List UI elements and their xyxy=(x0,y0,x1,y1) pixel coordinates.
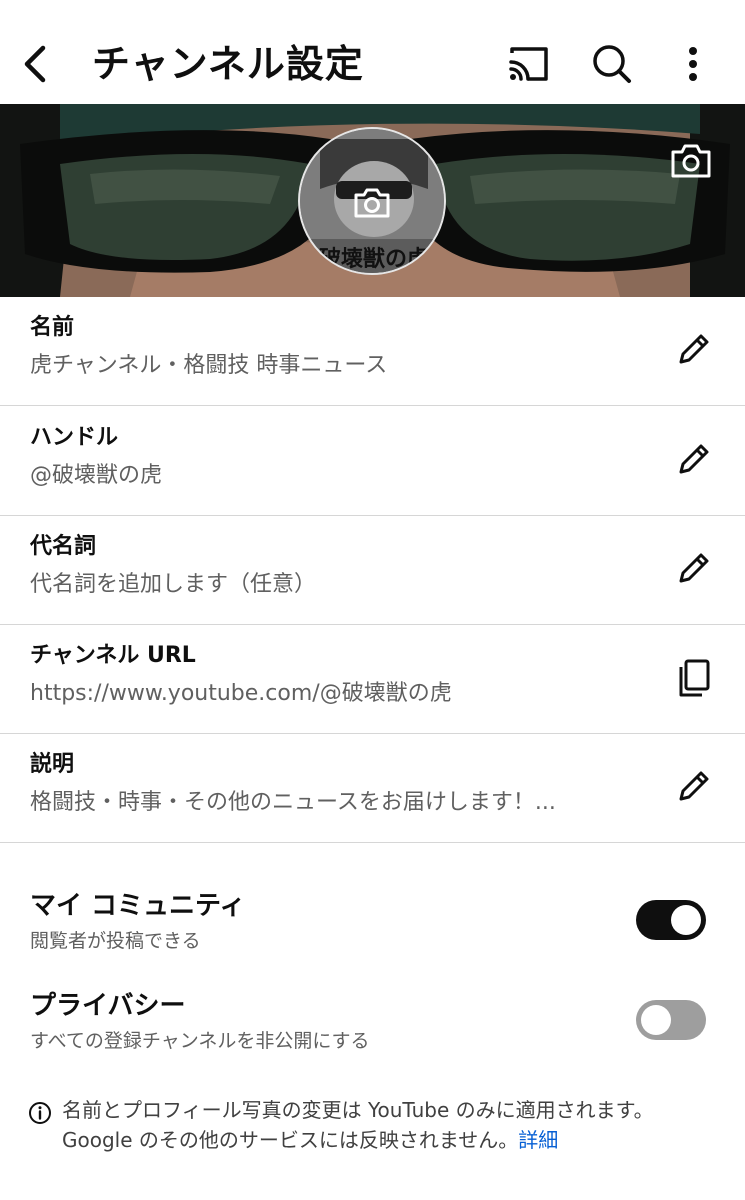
copy-icon xyxy=(679,659,710,697)
field-label: チャンネル URL xyxy=(30,643,196,668)
toggle-title: プライバシー xyxy=(30,991,186,1021)
note-text: 名前とプロフィール写真の変更は YouTube のみに適用されます。 Googl… xyxy=(62,1095,722,1155)
field-value: 虎チャンネル・格闘技 時事ニュース xyxy=(30,353,388,378)
field-pronouns[interactable]: 代名詞 代名詞を追加します（任意） xyxy=(0,516,745,625)
field-channel-url[interactable]: チャンネル URL https://www.youtube.com/@破壊獣の虎 xyxy=(0,625,745,734)
banner-camera-icon[interactable] xyxy=(668,138,714,184)
more-vertical-icon xyxy=(689,47,697,81)
field-value: @破壊獣の虎 xyxy=(30,463,163,488)
cast-icon xyxy=(509,47,548,81)
toggle-title: マイ コミュニティ xyxy=(30,891,246,921)
note-line-2: Google のその他のサービスには反映されません。詳細 xyxy=(62,1125,722,1155)
copy-url-button[interactable] xyxy=(670,655,716,701)
app-bar: チャンネル設定 xyxy=(0,0,745,104)
more-options-button[interactable] xyxy=(667,38,719,90)
field-label: ハンドル xyxy=(30,425,119,450)
toggle-privacy: プライバシー すべての登録チャンネルを非公開にする xyxy=(0,988,745,1068)
switch-knob xyxy=(641,1005,671,1035)
switch-knob xyxy=(671,905,701,935)
edit-pronouns-button[interactable] xyxy=(670,546,716,592)
cast-button[interactable] xyxy=(503,38,555,90)
edit-handle-button[interactable] xyxy=(670,437,716,483)
toggle-subtitle: 閲覧者が投稿できる xyxy=(30,930,201,952)
field-value: https://www.youtube.com/@破壊獣の虎 xyxy=(30,681,452,706)
camera-icon xyxy=(354,188,390,218)
chevron-left-icon xyxy=(24,45,46,83)
pencil-icon xyxy=(679,444,709,474)
pencil-icon xyxy=(679,771,709,801)
avatar-text: 破壊獣の虎 xyxy=(318,247,429,272)
search-icon xyxy=(593,45,631,83)
page-title: チャンネル設定 xyxy=(92,42,364,86)
back-button[interactable] xyxy=(14,36,58,92)
channel-banner[interactable]: 破壊獣の虎 xyxy=(0,104,745,297)
channel-avatar[interactable]: 破壊獣の虎 xyxy=(298,127,446,275)
edit-name-button[interactable] xyxy=(670,327,716,373)
field-label: 名前 xyxy=(30,315,75,340)
field-label: 代名詞 xyxy=(30,534,97,559)
field-value: 格闘技・時事・その他のニュースをお届けします！... xyxy=(30,790,556,815)
field-description[interactable]: 説明 格闘技・時事・その他のニュースをお届けします！... xyxy=(0,734,745,843)
pencil-icon xyxy=(679,553,709,583)
privacy-switch[interactable] xyxy=(636,1000,706,1040)
pencil-icon xyxy=(679,334,709,364)
toggle-my-community: マイ コミュニティ 閲覧者が投稿できる xyxy=(0,888,745,968)
info-icon xyxy=(29,1102,51,1124)
edit-description-button[interactable] xyxy=(670,764,716,810)
details-link[interactable]: 詳細 xyxy=(518,1128,558,1152)
field-value: 代名詞を追加します（任意） xyxy=(30,572,317,597)
search-button[interactable] xyxy=(586,38,638,90)
note-line-2-text: Google のその他のサービスには反映されません。 xyxy=(62,1128,519,1152)
my-community-switch[interactable] xyxy=(636,900,706,940)
field-name[interactable]: 名前 虎チャンネル・格闘技 時事ニュース xyxy=(0,297,745,406)
toggle-subtitle: すべての登録チャンネルを非公開にする xyxy=(30,1030,370,1052)
note-line-1: 名前とプロフィール写真の変更は YouTube のみに適用されます。 xyxy=(62,1098,654,1122)
field-handle[interactable]: ハンドル @破壊獣の虎 xyxy=(0,407,745,516)
field-label: 説明 xyxy=(30,752,75,777)
